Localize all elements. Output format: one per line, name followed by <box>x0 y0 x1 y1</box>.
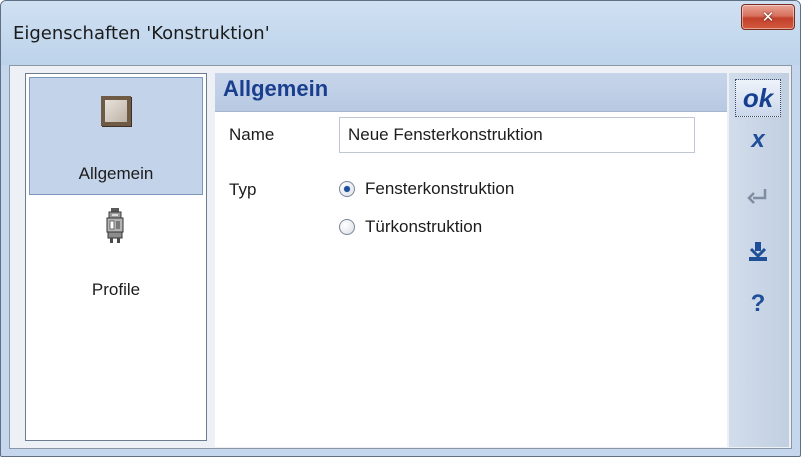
name-label: Name <box>229 125 275 144</box>
cancel-icon: x <box>751 126 765 153</box>
cancel-button[interactable]: x <box>735 121 781 159</box>
properties-dialog: Eigenschaften 'Konstruktion' ✕ Allgemein <box>0 0 801 457</box>
section-title: Allgemein <box>223 76 329 101</box>
radio-label: Fensterkonstruktion <box>365 179 515 198</box>
name-input[interactable] <box>339 117 695 153</box>
radio-label: Türkonstruktion <box>365 217 483 236</box>
nav-item-label: Allgemein <box>78 164 154 183</box>
help-button[interactable]: ? <box>735 285 781 323</box>
typ-label: Typ <box>229 180 257 199</box>
ok-label: ok <box>742 82 774 113</box>
help-icon: ? <box>750 290 766 317</box>
profile-section-icon <box>106 208 124 243</box>
window-frame-icon <box>101 96 131 126</box>
action-toolbar: ok x ? <box>729 73 789 447</box>
enter-icon <box>747 189 767 204</box>
section-header: Allgemein <box>215 73 727 112</box>
radio-button-unchecked[interactable] <box>339 219 355 235</box>
title-bar: Eigenschaften 'Konstruktion' ✕ <box>1 1 800 65</box>
general-panel: Allgemein Name Typ Fensterkonstruktion T… <box>215 73 727 447</box>
enter-button[interactable] <box>735 177 781 215</box>
nav-item-label: Profile <box>91 280 141 299</box>
window-title: Eigenschaften 'Konstruktion' <box>13 23 270 44</box>
nav-item-allgemein[interactable]: Allgemein <box>29 77 203 195</box>
anchor-button[interactable] <box>735 233 781 271</box>
close-icon: ✕ <box>761 8 775 26</box>
ok-button[interactable]: ok <box>735 79 781 117</box>
close-button[interactable]: ✕ <box>741 4 795 30</box>
anchor-icon <box>749 242 767 261</box>
radio-button-checked[interactable] <box>339 181 355 197</box>
category-nav: Allgemein Profile <box>25 73 207 441</box>
nav-item-profile[interactable]: Profile <box>29 202 203 312</box>
